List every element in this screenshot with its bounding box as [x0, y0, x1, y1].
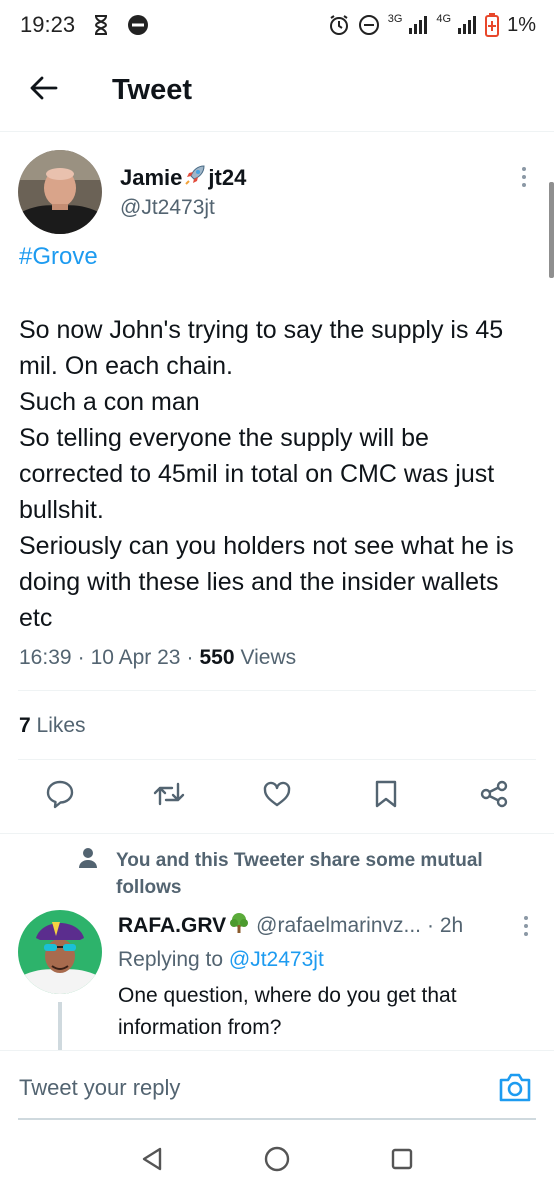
- reply-composer: [0, 1050, 554, 1120]
- retweet-icon: [152, 780, 186, 813]
- back-triangle-icon: [140, 1146, 164, 1177]
- tweet-text: So now John's trying to say the supply i…: [19, 316, 514, 632]
- dot: [522, 167, 526, 171]
- social-context-text: You and this Tweeter share some mutual f…: [116, 850, 483, 898]
- camera-icon: [498, 1073, 532, 1107]
- system-nav-bar: [0, 1122, 554, 1200]
- meta-separator: ·: [77, 646, 85, 669]
- nav-home-button[interactable]: [257, 1141, 297, 1181]
- status-right: 3G 4G 1%: [328, 13, 536, 37]
- app-header: Tweet: [0, 50, 554, 132]
- more-options-button[interactable]: [512, 162, 536, 192]
- retweet-button[interactable]: [149, 776, 189, 816]
- network-label-3g: 3G: [387, 13, 403, 25]
- dot: [524, 924, 528, 928]
- camera-button[interactable]: [498, 1071, 532, 1103]
- replying-to: Replying to @Jt2473jt: [118, 948, 536, 972]
- meta-separator: ·: [186, 646, 194, 669]
- reply-header: RAFA.GRV @rafaelmarinvz... · 2h: [118, 912, 536, 940]
- rocket-icon: [184, 164, 206, 192]
- status-left: 19:23: [20, 12, 149, 38]
- display-name-text: Jamie: [120, 165, 183, 190]
- home-circle-icon: [263, 1145, 291, 1178]
- replying-prefix: Replying to: [118, 948, 224, 971]
- status-time: 19:23: [20, 12, 76, 37]
- alarm-icon: [328, 14, 350, 36]
- composer-underline: [18, 1118, 536, 1120]
- share-button[interactable]: [474, 776, 514, 816]
- like-button[interactable]: [257, 776, 297, 816]
- likes-link[interactable]: 7 Likes: [19, 714, 86, 738]
- network-label-4g: 4G: [436, 13, 452, 25]
- signal-icon: [408, 15, 428, 35]
- dot: [522, 175, 526, 179]
- dot: [524, 932, 528, 936]
- reply-time: · 2h: [427, 914, 464, 937]
- hourglass-icon: [93, 15, 109, 35]
- bookmark-button[interactable]: [366, 776, 406, 816]
- status-bar: 19:23 3G 4G 1%: [0, 0, 554, 50]
- tweet-time: 16:39: [19, 646, 72, 669]
- battery-percent: 1%: [507, 13, 536, 36]
- views-label: Views: [240, 646, 297, 669]
- author-names: Jamie jt24 @Jt2473jt: [120, 164, 246, 220]
- nav-recents-button[interactable]: [382, 1141, 422, 1181]
- reply-button[interactable]: [40, 776, 80, 816]
- nav-back-button[interactable]: [132, 1141, 172, 1181]
- share-icon: [479, 779, 509, 814]
- author-row: Jamie jt24 @Jt2473jt: [18, 150, 536, 234]
- display-name-suffix: jt24: [208, 165, 247, 190]
- reply-input[interactable]: [19, 1075, 459, 1101]
- tweet-date: 10 Apr 23: [90, 646, 181, 669]
- bookmark-icon: [374, 779, 398, 814]
- dot: [524, 916, 528, 920]
- social-context: You and this Tweeter share some mutual f…: [78, 847, 528, 901]
- tweet-meta: 16:39 · 10 Apr 23 · 550 Views: [19, 646, 296, 670]
- reply-more-options-button[interactable]: [516, 913, 536, 939]
- battery-icon: [485, 13, 500, 37]
- action-bar: [18, 776, 536, 816]
- back-button[interactable]: [14, 61, 74, 121]
- blocked-icon: [127, 14, 149, 36]
- reply-icon: [45, 779, 75, 814]
- likes-label: Likes: [36, 714, 86, 737]
- reply-display-name[interactable]: RAFA.GRV: [118, 914, 226, 938]
- reply-handle[interactable]: @rafaelmarinvz...: [256, 914, 421, 938]
- hashtag-link[interactable]: #Grove: [19, 243, 98, 271]
- recents-square-icon: [390, 1147, 414, 1176]
- avatar[interactable]: [18, 150, 102, 234]
- signal-icon: [457, 15, 477, 35]
- dnd-icon: [358, 14, 380, 36]
- author-handle[interactable]: @Jt2473jt: [120, 196, 246, 220]
- dot: [522, 183, 526, 187]
- replying-to-handle[interactable]: @Jt2473jt: [229, 948, 324, 971]
- person-icon: [78, 847, 98, 874]
- divider: [18, 759, 536, 760]
- views-count[interactable]: 550: [199, 646, 234, 670]
- reply-body: RAFA.GRV @rafaelmarinvz... · 2h Replying…: [118, 912, 536, 1044]
- reply-avatar[interactable]: [18, 910, 102, 994]
- arrow-left-icon: [30, 76, 58, 105]
- reply-text: One question, where do you get that info…: [118, 984, 457, 1039]
- tree-icon: [228, 912, 250, 940]
- divider: [0, 833, 554, 834]
- likes-count: 7: [19, 714, 31, 737]
- divider: [18, 690, 536, 691]
- like-icon: [262, 780, 292, 813]
- thread-line: [58, 1002, 62, 1052]
- tweet: Jamie jt24 @Jt2473jt #Grove So now John'…: [18, 150, 536, 669]
- page-title: Tweet: [112, 74, 193, 106]
- display-name[interactable]: Jamie jt24: [120, 164, 246, 192]
- scrollbar[interactable]: [549, 182, 554, 278]
